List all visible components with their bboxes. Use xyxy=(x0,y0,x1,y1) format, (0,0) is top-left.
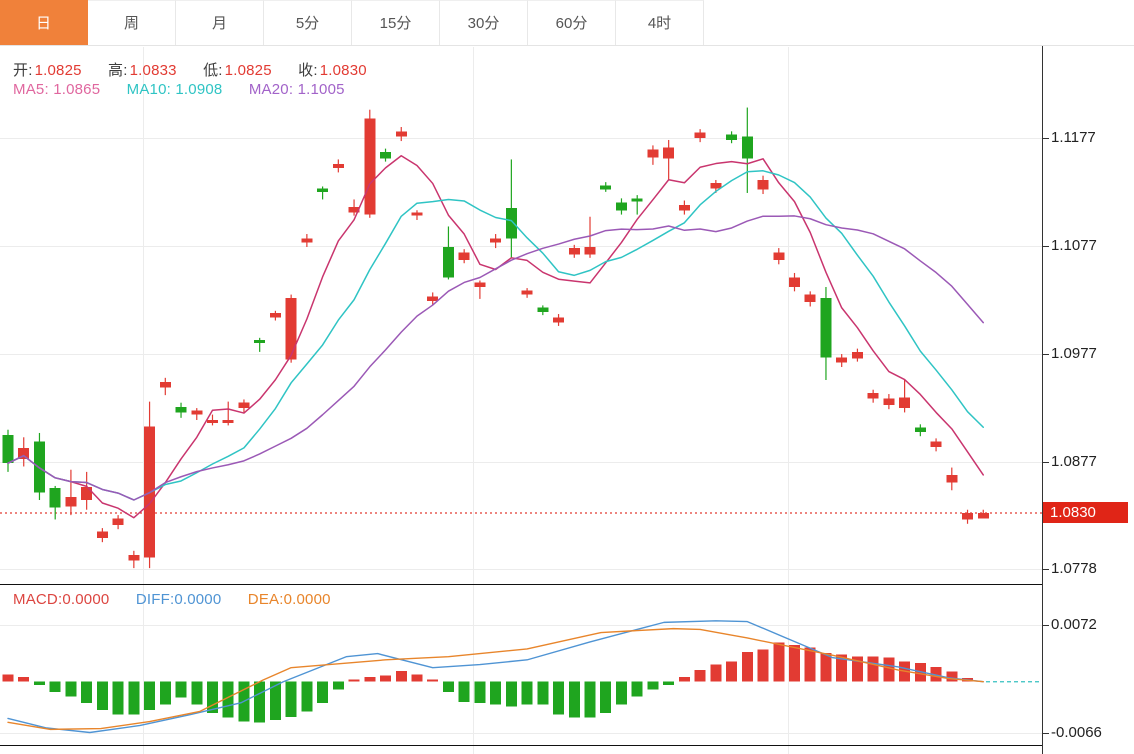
macd-tick-1: -0.0066 xyxy=(1051,724,1102,741)
price-tick-4: 1.0778 xyxy=(1051,560,1097,577)
price-tick-2: 1.0977 xyxy=(1051,345,1097,362)
last-price-badge: 1.0830 xyxy=(1043,502,1128,523)
price-tick-3: 1.0877 xyxy=(1051,453,1097,470)
ma-header: MA5: 1.0865 MA10: 1.0908 MA20: 1.1005 xyxy=(13,81,345,98)
diff-label: DIFF: xyxy=(136,591,175,608)
open-label: 开: xyxy=(13,62,33,79)
ma10-value: 1.0908 xyxy=(175,81,222,98)
macd-label: MACD: xyxy=(13,591,62,608)
tab-5min[interactable]: 5分 xyxy=(264,0,352,45)
ma10-label: MA10: xyxy=(127,81,171,98)
ohlc-header: 开:1.0825 高:1.0833 低:1.0825 收:1.0830 xyxy=(13,59,367,80)
dea-label: DEA: xyxy=(248,591,284,608)
chart-canvas[interactable] xyxy=(0,0,1134,754)
close-value: 1.0830 xyxy=(320,62,367,79)
ma20-value: 1.1005 xyxy=(298,81,345,98)
tab-30min[interactable]: 30分 xyxy=(440,0,528,45)
diff-value: 0.0000 xyxy=(174,591,221,608)
high-value: 1.0833 xyxy=(130,62,177,79)
macd-header: MACD:0.0000 DIFF:0.0000 DEA:0.0000 xyxy=(13,591,331,608)
tab-day[interactable]: 日 xyxy=(0,0,88,45)
tab-month[interactable]: 月 xyxy=(176,0,264,45)
macd-value: 0.0000 xyxy=(62,591,109,608)
low-label: 低: xyxy=(203,62,223,79)
tab-week[interactable]: 周 xyxy=(88,0,176,45)
period-tab-bar: 日 周 月 5分 15分 30分 60分 4时 xyxy=(0,0,1134,46)
price-tick-1: 1.1077 xyxy=(1051,237,1097,254)
high-label: 高: xyxy=(108,62,128,79)
tab-4hour[interactable]: 4时 xyxy=(616,0,704,45)
macd-tick-0: 0.0072 xyxy=(1051,616,1097,633)
ma20-label: MA20: xyxy=(249,81,293,98)
price-tick-0: 1.1177 xyxy=(1051,129,1096,146)
dea-value: 0.0000 xyxy=(284,591,331,608)
tab-60min[interactable]: 60分 xyxy=(528,0,616,45)
tab-15min[interactable]: 15分 xyxy=(352,0,440,45)
low-value: 1.0825 xyxy=(225,62,272,79)
ma5-label: MA5: xyxy=(13,81,49,98)
open-value: 1.0825 xyxy=(35,62,82,79)
close-label: 收: xyxy=(298,62,318,79)
ma5-value: 1.0865 xyxy=(53,81,100,98)
